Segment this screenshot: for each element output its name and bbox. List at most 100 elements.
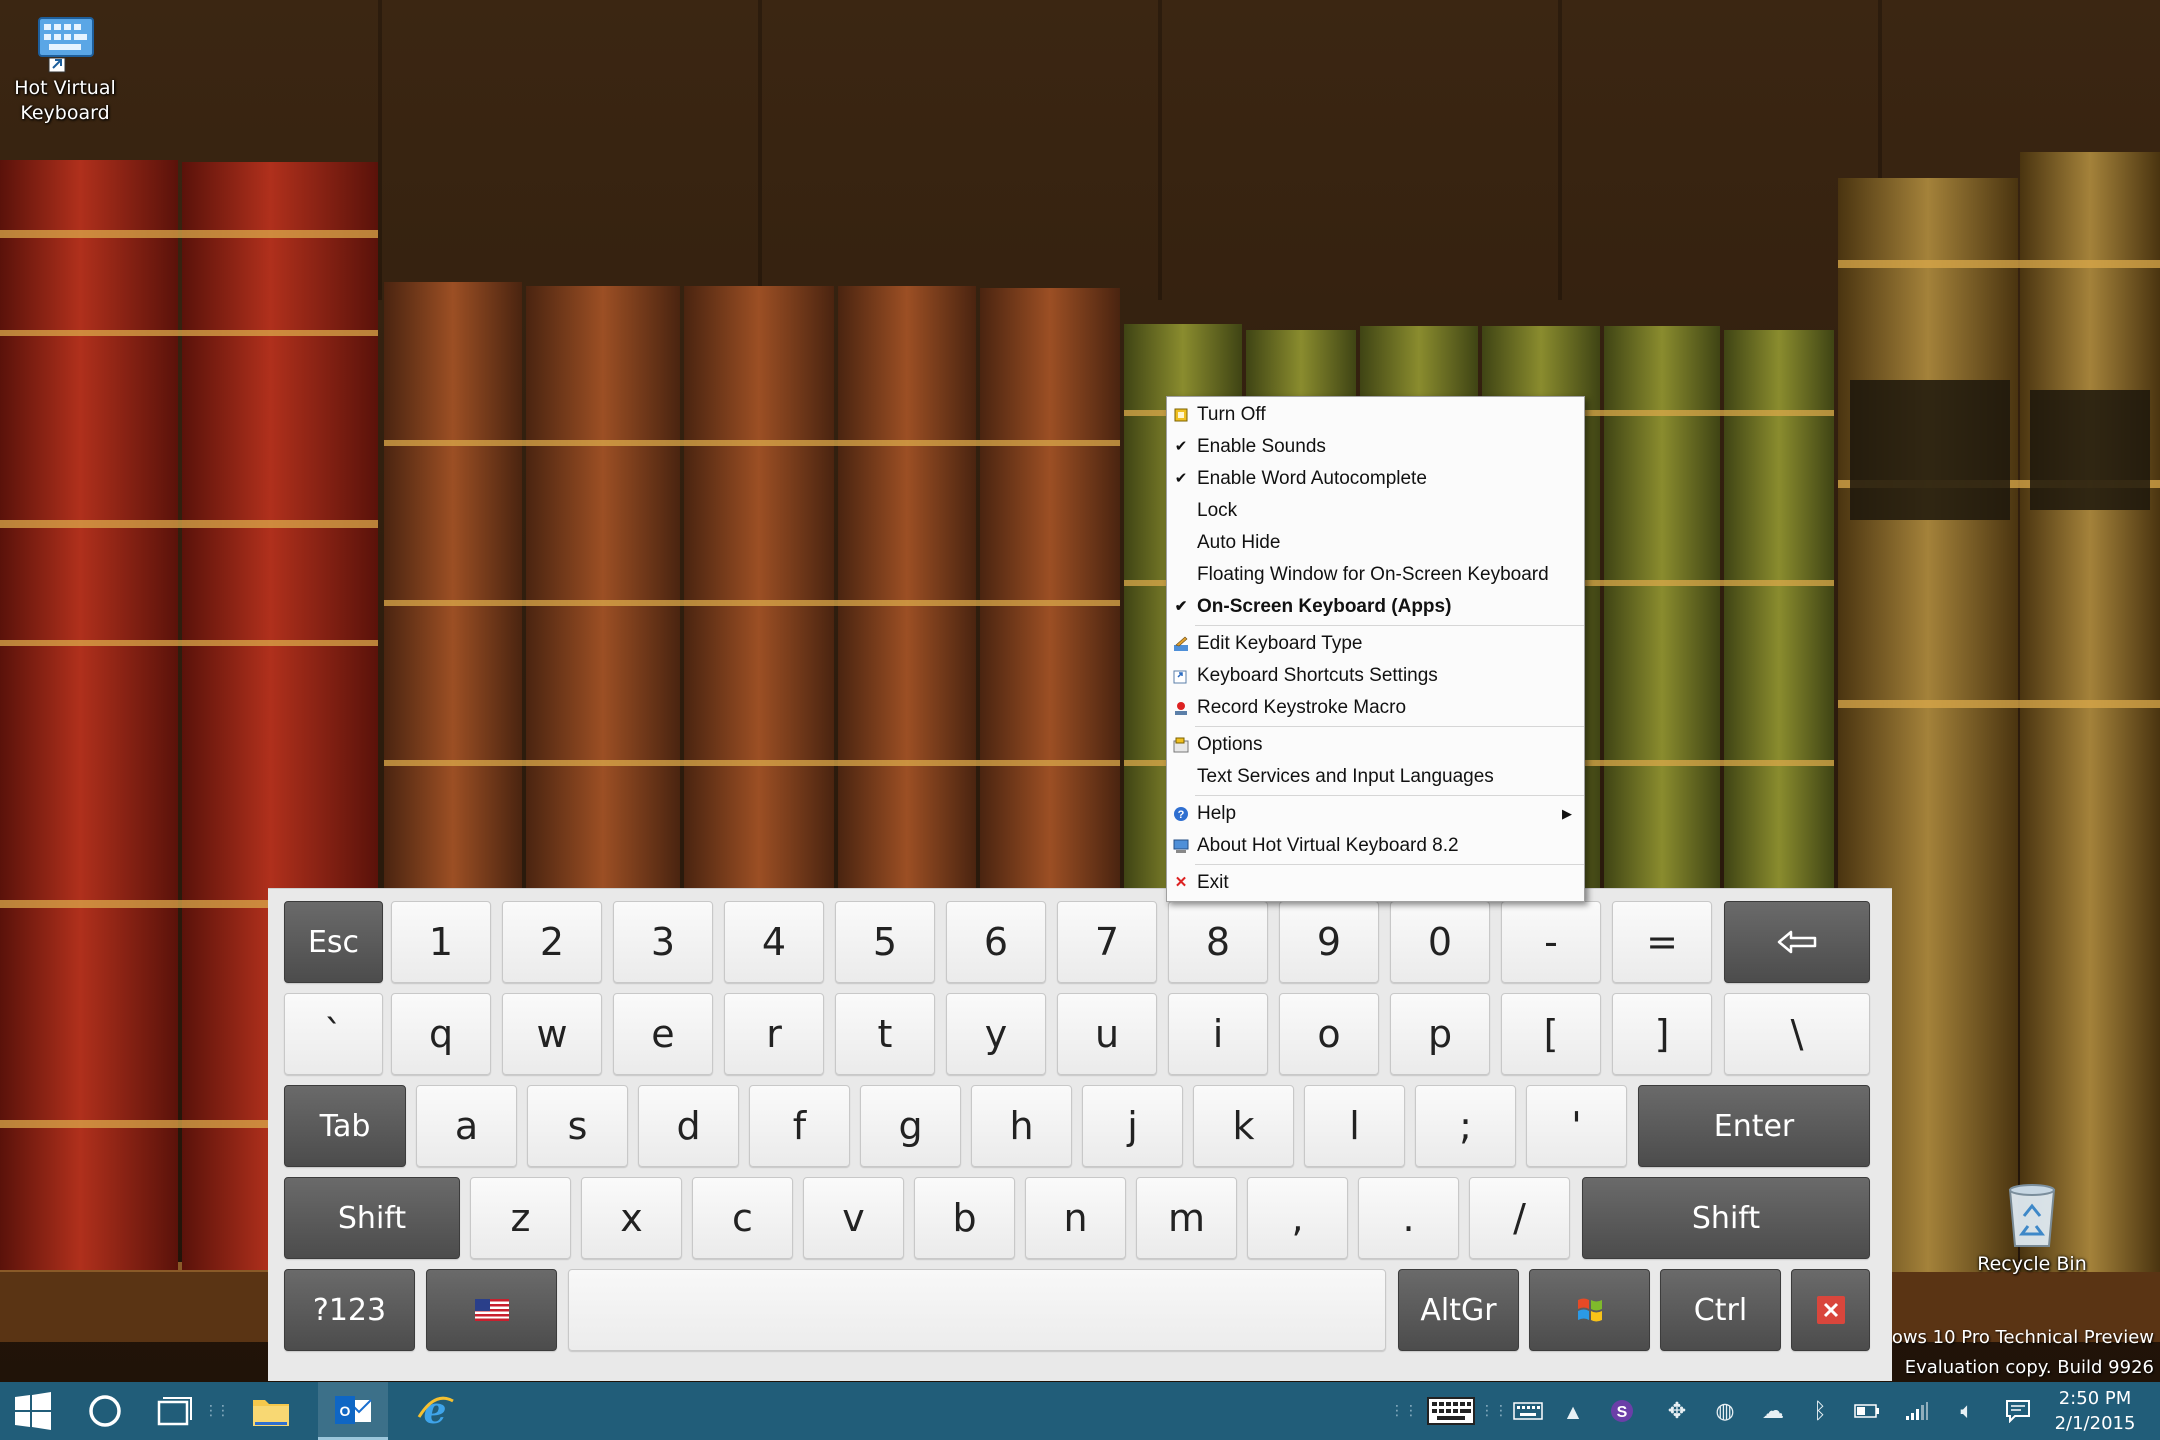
key-m[interactable]: m <box>1136 1177 1237 1259</box>
key-q[interactable]: q <box>391 993 491 1075</box>
menu-item-auto-hide[interactable]: Auto Hide <box>1167 527 1584 559</box>
key-l[interactable]: l <box>1304 1085 1405 1167</box>
key-right-shift[interactable]: Shift <box>1582 1177 1870 1259</box>
key-x[interactable]: x <box>581 1177 682 1259</box>
dropbox-tray-icon[interactable]: ✥ <box>1660 1382 1694 1440</box>
key-space[interactable] <box>568 1269 1386 1351</box>
key-d[interactable]: d <box>638 1085 739 1167</box>
key-w[interactable]: w <box>502 993 602 1075</box>
taskbar-grip[interactable]: ⋮⋮ <box>1390 1382 1418 1440</box>
key-backspace[interactable] <box>1724 901 1870 983</box>
key-period[interactable]: . <box>1358 1177 1459 1259</box>
clock[interactable]: 2:50 PM 2/1/2015 <box>2040 1386 2150 1436</box>
menu-item-turn-off[interactable]: Turn Off <box>1167 399 1584 431</box>
cloud-sync-tray-icon[interactable]: ☁ <box>1756 1382 1790 1440</box>
menu-item-record-keystroke-macro[interactable]: Record Keystroke Macro <box>1167 692 1584 724</box>
key-k[interactable]: k <box>1193 1085 1294 1167</box>
key-j[interactable]: j <box>1082 1085 1183 1167</box>
key-windows[interactable] <box>1529 1269 1650 1351</box>
menu-item-edit-keyboard-type[interactable]: Edit Keyboard Type <box>1167 628 1584 660</box>
key-y[interactable]: y <box>946 993 1046 1075</box>
menu-item-floating-window[interactable]: Floating Window for On-Screen Keyboard <box>1167 559 1584 591</box>
key-esc[interactable]: Esc <box>284 901 383 983</box>
key-s[interactable]: s <box>527 1085 628 1167</box>
key-i[interactable]: i <box>1168 993 1268 1075</box>
taskbar-internet-explorer[interactable]: e <box>400 1382 470 1440</box>
key-4[interactable]: 4 <box>724 901 824 983</box>
menu-item-lock[interactable]: Lock <box>1167 495 1584 527</box>
volume-tray-icon[interactable]: 🔈︎ <box>1950 1382 1984 1440</box>
key-t[interactable]: t <box>835 993 935 1075</box>
key-close-keyboard[interactable] <box>1791 1269 1870 1351</box>
key-left-shift[interactable]: Shift <box>284 1177 460 1259</box>
key-tab[interactable]: Tab <box>284 1085 406 1167</box>
key-7[interactable]: 7 <box>1057 901 1157 983</box>
hot-virtual-keyboard-toolbar[interactable] <box>1420 1382 1482 1440</box>
network-globe-tray-icon[interactable]: ◍ <box>1708 1382 1742 1440</box>
menu-item-text-services[interactable]: Text Services and Input Languages <box>1167 761 1584 793</box>
bluetooth-tray-icon[interactable]: ᛒ <box>1806 1382 1834 1440</box>
key-language[interactable] <box>426 1269 557 1351</box>
key-a[interactable]: a <box>416 1085 517 1167</box>
key-backtick[interactable]: ` <box>284 993 383 1075</box>
key-1[interactable]: 1 <box>391 901 491 983</box>
key-backslash[interactable]: \ <box>1724 993 1870 1075</box>
key-quote[interactable]: ' <box>1526 1085 1627 1167</box>
key-numbers-symbols[interactable]: ?123 <box>284 1269 415 1351</box>
key-minus[interactable]: - <box>1501 901 1601 983</box>
battery-tray-icon[interactable] <box>1850 1382 1884 1440</box>
menu-item-help[interactable]: ? Help ▶ <box>1167 798 1584 830</box>
key-enter[interactable]: Enter <box>1638 1085 1870 1167</box>
key-e[interactable]: e <box>613 993 713 1075</box>
key-comma[interactable]: , <box>1247 1177 1348 1259</box>
menu-item-options[interactable]: Options <box>1167 729 1584 761</box>
key-p[interactable]: p <box>1390 993 1490 1075</box>
key-n[interactable]: n <box>1025 1177 1126 1259</box>
key-equals[interactable]: = <box>1612 901 1712 983</box>
key-2[interactable]: 2 <box>502 901 602 983</box>
menu-item-enable-word-autocomplete[interactable]: ✔ Enable Word Autocomplete <box>1167 463 1584 495</box>
task-view-button[interactable] <box>146 1382 204 1440</box>
key-v[interactable]: v <box>803 1177 904 1259</box>
key-3[interactable]: 3 <box>613 901 713 983</box>
taskbar-outlook[interactable]: O <box>318 1382 388 1440</box>
key-5[interactable]: 5 <box>835 901 935 983</box>
menu-item-enable-sounds[interactable]: ✔ Enable Sounds <box>1167 431 1584 463</box>
cortana-search-button[interactable] <box>76 1382 134 1440</box>
key-o[interactable]: o <box>1279 993 1379 1075</box>
taskbar-grip[interactable]: ⋮⋮ <box>204 1382 230 1440</box>
key-r[interactable]: r <box>724 993 824 1075</box>
start-button[interactable] <box>0 1382 66 1440</box>
key-c[interactable]: c <box>692 1177 793 1259</box>
menu-item-keyboard-shortcuts-settings[interactable]: Keyboard Shortcuts Settings <box>1167 660 1584 692</box>
desktop-icon-hot-virtual-keyboard[interactable]: Hot Virtual Keyboard <box>0 10 130 126</box>
key-altgr[interactable]: AltGr <box>1398 1269 1519 1351</box>
touch-keyboard-button[interactable] <box>1508 1382 1548 1440</box>
key-f[interactable]: f <box>749 1085 850 1167</box>
menu-item-on-screen-keyboard-apps[interactable]: ✔ On-Screen Keyboard (Apps) <box>1167 591 1584 623</box>
action-center-tray-icon[interactable] <box>2000 1382 2036 1440</box>
key-h[interactable]: h <box>971 1085 1072 1167</box>
key-u[interactable]: u <box>1057 993 1157 1075</box>
key-z[interactable]: z <box>470 1177 571 1259</box>
key-semicolon[interactable]: ; <box>1415 1085 1516 1167</box>
key-ctrl[interactable]: Ctrl <box>1660 1269 1781 1351</box>
key-left-bracket[interactable]: [ <box>1501 993 1601 1075</box>
key-b[interactable]: b <box>914 1177 1015 1259</box>
desktop-icon-recycle-bin[interactable]: Recycle Bin <box>1962 1178 2102 1277</box>
key-6[interactable]: 6 <box>946 901 1046 983</box>
skype-tray-icon[interactable]: S <box>1604 1382 1640 1440</box>
menu-item-exit[interactable]: ✕ Exit <box>1167 867 1584 899</box>
key-9[interactable]: 9 <box>1279 901 1379 983</box>
taskbar-file-explorer[interactable] <box>236 1382 306 1440</box>
key-0[interactable]: 0 <box>1390 901 1490 983</box>
menu-item-about[interactable]: About Hot Virtual Keyboard 8.2 <box>1167 830 1584 862</box>
menu-item-label: Text Services and Input Languages <box>1197 766 1494 787</box>
taskbar-grip[interactable]: ⋮⋮ <box>1480 1382 1508 1440</box>
wifi-signal-tray-icon[interactable] <box>1900 1382 1934 1440</box>
key-slash[interactable]: / <box>1469 1177 1570 1259</box>
key-right-bracket[interactable]: ] <box>1612 993 1712 1075</box>
key-g[interactable]: g <box>860 1085 961 1167</box>
show-hidden-icons-chevron-icon[interactable]: ▲ <box>1560 1382 1586 1440</box>
key-8[interactable]: 8 <box>1168 901 1268 983</box>
